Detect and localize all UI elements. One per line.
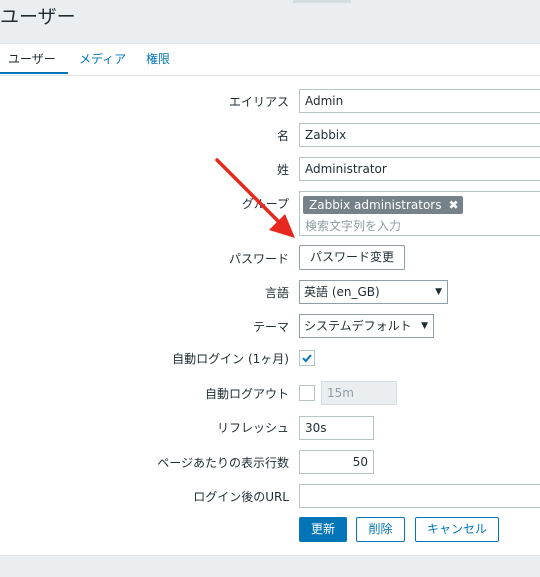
tab-bar: ユーザー メディア 権限	[0, 44, 540, 76]
password-label: パスワード	[228, 252, 289, 266]
alias-label: エイリアス	[228, 95, 289, 109]
chevron-down-icon: ▼	[435, 287, 442, 297]
name-input[interactable]: Zabbix	[299, 123, 540, 147]
rows-per-page-label: ページあたりの表示行数	[157, 456, 289, 470]
tab-permissions[interactable]: 権限	[146, 52, 170, 74]
url-label: ログイン後のURL	[193, 490, 289, 504]
theme-select-value: システムデフォルト	[304, 319, 412, 333]
update-button[interactable]: 更新	[299, 517, 347, 542]
top-bar: ユーザー	[0, 0, 540, 34]
group-tag: Zabbix administrators ✖	[303, 196, 463, 214]
language-select[interactable]: 英語 (en_GB) ▼	[299, 280, 448, 304]
top-bar-accent	[293, 0, 351, 3]
autologin-checkbox[interactable]	[299, 350, 315, 366]
autologout-label: 自動ログアウト	[204, 387, 289, 401]
remove-tag-icon[interactable]: ✖	[448, 198, 458, 212]
red-arrow-annotation	[215, 158, 295, 238]
cancel-button[interactable]: キャンセル	[415, 517, 499, 542]
refresh-label: リフレッシュ	[216, 421, 289, 435]
groups-search-input[interactable]: 検索文字列を入力	[305, 217, 401, 234]
tab-media[interactable]: メディア	[79, 52, 126, 74]
autologin-label: 自動ログイン (1ヶ月)	[172, 352, 289, 366]
chevron-down-icon: ▼	[421, 321, 428, 331]
name-label: 名	[276, 129, 289, 143]
language-select-value: 英語 (en_GB)	[304, 285, 380, 299]
change-password-button[interactable]: パスワード変更	[299, 245, 406, 270]
rows-per-page-input[interactable]: 50	[299, 450, 374, 474]
alias-input[interactable]: Admin	[299, 89, 540, 113]
autologout-input[interactable]: 15m	[321, 381, 397, 405]
delete-button[interactable]: 削除	[356, 517, 405, 542]
language-label: 言語	[264, 286, 289, 300]
theme-select[interactable]: システムデフォルト ▼	[299, 314, 434, 338]
refresh-input[interactable]: 30s	[299, 416, 374, 440]
url-input[interactable]	[299, 484, 540, 508]
group-tag-label: Zabbix administrators	[309, 198, 442, 212]
page-title: ユーザー	[0, 6, 76, 28]
autologout-checkbox[interactable]	[299, 385, 315, 401]
check-icon	[302, 354, 312, 363]
groups-multiselect[interactable]: Zabbix administrators ✖ 検索文字列を入力	[299, 191, 540, 236]
theme-label: テーマ	[252, 320, 289, 334]
tab-users[interactable]: ユーザー	[0, 52, 68, 74]
surname-input[interactable]: Administrator	[299, 157, 540, 181]
